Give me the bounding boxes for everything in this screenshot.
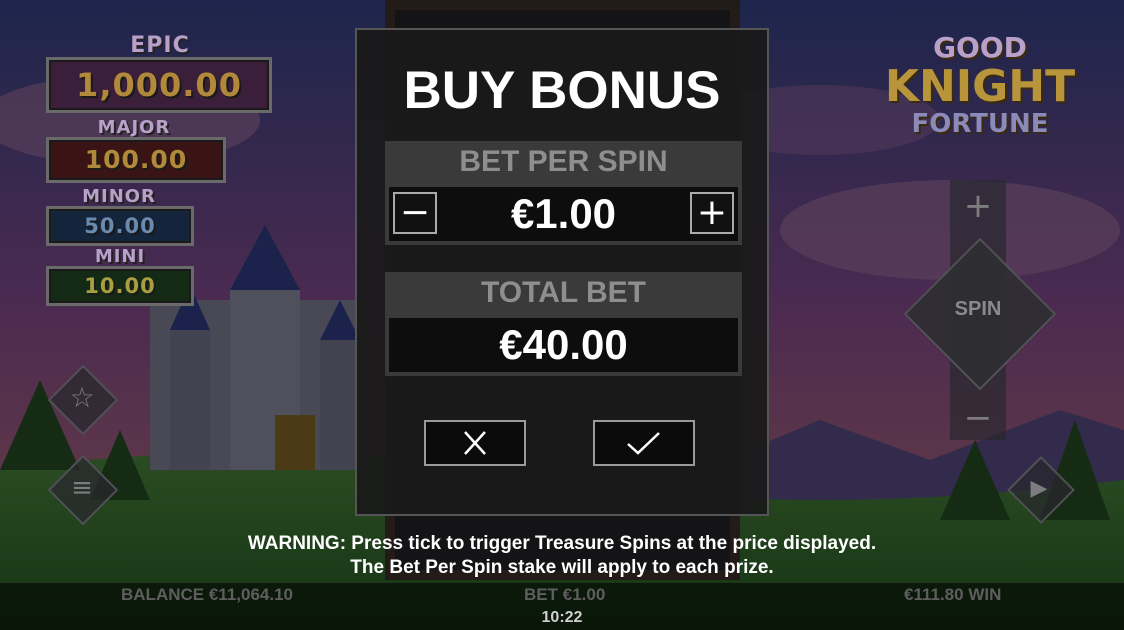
dialog-title: BUY BONUS <box>403 61 721 120</box>
bet-increase-button[interactable]: + <box>958 186 998 226</box>
bet-label: BET <box>524 585 558 604</box>
win-label: WIN <box>968 585 1002 604</box>
jackpot-epic-value: 1,000.00 <box>46 57 272 113</box>
menu-icon: ≡ <box>71 473 93 503</box>
close-icon <box>464 431 486 455</box>
total-bet-label: TOTAL BET <box>385 272 742 314</box>
balance-label: BALANCE <box>121 585 205 604</box>
jackpot-minor-label: MINOR <box>82 186 156 207</box>
logo-line-good: GOOD <box>933 31 1027 64</box>
bet-display: BET €1.00 <box>524 585 605 605</box>
jackpot-epic-label: EPIC <box>130 33 190 58</box>
warning-message: WARNING: Press tick to trigger Treasure … <box>0 532 1124 580</box>
win-value: €111.80 <box>904 585 964 604</box>
decrease-bet-button[interactable]: − <box>393 192 437 234</box>
clock: 10:22 <box>541 609 583 626</box>
logo-line-fortune: FORTUNE <box>911 109 1049 139</box>
win-display: €111.80 WIN <box>904 585 1001 605</box>
jackpot-mini-label: MINI <box>94 246 146 267</box>
game-logo: GOOD KNIGHT FORTUNE <box>880 31 1080 139</box>
jackpot-mini-value: 10.00 <box>46 266 194 306</box>
bet-value: €1.00 <box>562 585 606 604</box>
status-bar: BALANCE €11,064.10 BET €1.00 €111.80 WIN… <box>0 583 1124 630</box>
buy-bonus-dialog: BUY BONUS BET PER SPIN €1.00 − + TOTAL B… <box>355 28 769 516</box>
confirm-button[interactable] <box>593 420 695 466</box>
autoplay-icon: ▶ <box>1030 476 1048 501</box>
balance-display: BALANCE €11,064.10 <box>121 585 293 605</box>
jackpot-major-label: MAJOR <box>97 117 171 138</box>
jackpot-minor-value: 50.00 <box>46 206 194 246</box>
balance-value: €11,064.10 <box>208 585 293 604</box>
increase-bet-button[interactable]: + <box>690 192 734 234</box>
star-icon: ☆ <box>69 381 95 414</box>
logo-line-knight: KNIGHT <box>884 61 1076 112</box>
warning-line-1: WARNING: Press tick to trigger Treasure … <box>247 533 877 554</box>
total-bet-value: €40.00 <box>499 321 628 368</box>
total-bet-panel: €40.00 <box>385 314 742 376</box>
bet-per-spin-value: €1.00 <box>510 190 617 237</box>
jackpot-major-value: 100.00 <box>46 137 226 183</box>
cancel-button[interactable] <box>424 420 526 466</box>
bet-decrease-button[interactable]: − <box>958 398 998 438</box>
bet-per-spin-panel: €1.00 − + <box>385 183 742 245</box>
warning-line-2: The Bet Per Spin stake will apply to eac… <box>350 557 774 578</box>
bet-per-spin-label: BET PER SPIN <box>385 141 742 183</box>
checkmark-icon <box>627 432 660 455</box>
spin-button-label: SPIN <box>954 298 1002 320</box>
